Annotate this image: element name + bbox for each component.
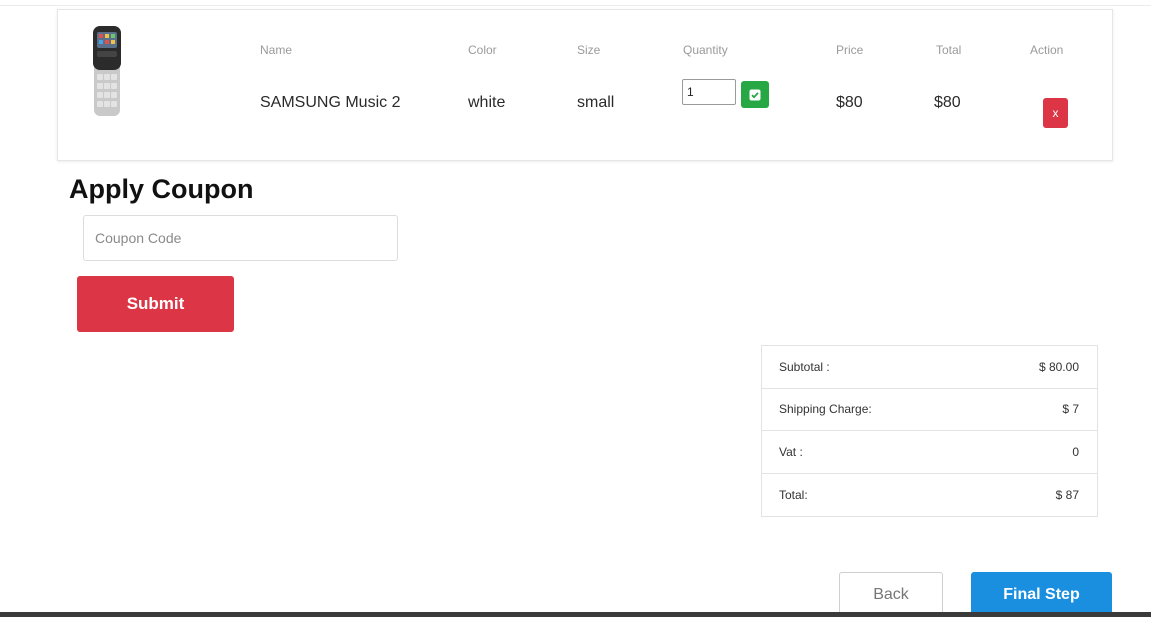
vat-value: 0 <box>1072 444 1079 459</box>
summary-row-subtotal: Subtotal : $ 80.00 <box>762 346 1097 389</box>
quantity-input[interactable] <box>682 79 736 105</box>
top-divider <box>0 5 1151 6</box>
item-name: SAMSUNG Music 2 <box>260 94 401 111</box>
subtotal-value: $ 80.00 <box>1038 359 1079 374</box>
coupon-code-input[interactable] <box>83 215 398 261</box>
check-square-icon <box>749 89 761 100</box>
summary-row-shipping: Shipping Charge: $ 7 <box>762 389 1097 431</box>
back-button[interactable]: Back <box>839 572 943 617</box>
header-quantity: Quantity <box>683 43 728 57</box>
total-value: $ 87 <box>1055 487 1079 502</box>
header-color: Color <box>468 43 497 57</box>
item-price: $80 <box>836 94 863 111</box>
item-color: white <box>468 94 506 111</box>
header-size: Size <box>577 43 601 57</box>
bottom-edge-bar <box>0 612 1151 617</box>
order-summary: Subtotal : $ 80.00 Shipping Charge: $ 7 … <box>761 345 1098 517</box>
shipping-label: Shipping Charge: <box>779 402 872 417</box>
final-step-button[interactable]: Final Step <box>971 572 1112 617</box>
total-label: Total: <box>779 487 808 502</box>
item-size: small <box>577 94 615 111</box>
header-action: Action <box>1030 43 1064 57</box>
header-name: Name <box>260 43 293 57</box>
shipping-value: $ 7 <box>1062 402 1079 417</box>
cart-table: Name Color Size Quantity Price Total Act… <box>57 9 1113 161</box>
apply-coupon-heading: Apply Coupon <box>69 174 254 204</box>
update-quantity-button[interactable] <box>741 81 769 108</box>
subtotal-label: Subtotal : <box>779 359 830 374</box>
vat-label: Vat : <box>779 444 803 459</box>
phone-product-image <box>93 26 121 116</box>
header-total: Total <box>936 43 962 57</box>
close-icon: x <box>1052 106 1059 120</box>
remove-item-button[interactable]: x <box>1043 98 1068 128</box>
coupon-submit-button[interactable]: Submit <box>77 276 234 332</box>
item-total: $80 <box>934 94 961 111</box>
summary-row-vat: Vat : 0 <box>762 431 1097 474</box>
header-price: Price <box>836 43 864 57</box>
summary-row-total: Total: $ 87 <box>762 474 1097 517</box>
